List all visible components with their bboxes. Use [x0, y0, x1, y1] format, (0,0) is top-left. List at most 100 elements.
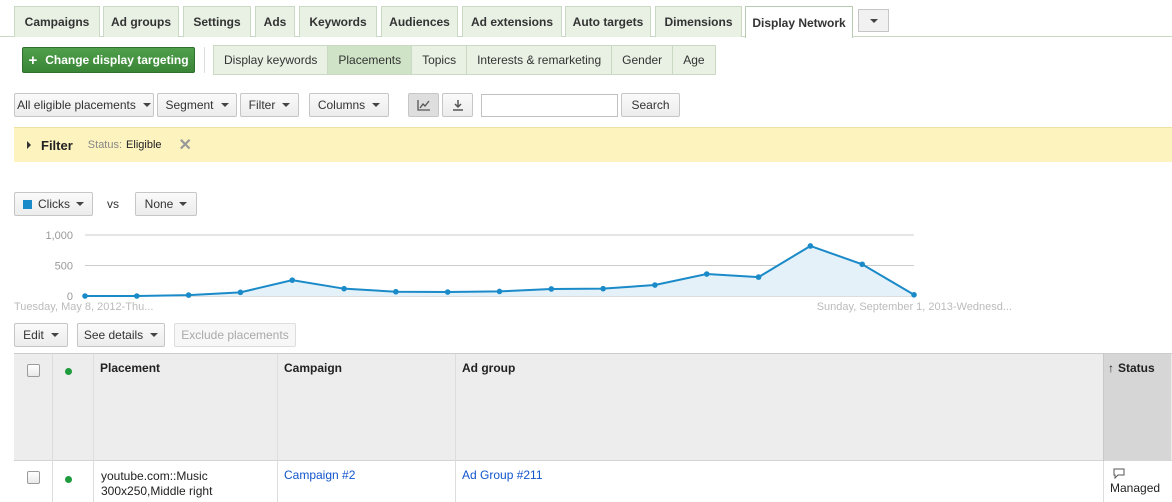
data-point[interactable] [652, 282, 658, 288]
tab-campaigns[interactable]: Campaigns [14, 6, 100, 37]
expand-arrow-icon[interactable] [27, 141, 31, 149]
y-tick-label: 500 [55, 261, 73, 273]
tab-ad-groups[interactable]: Ad groups [103, 6, 179, 37]
plus-icon: + [28, 51, 38, 69]
chevron-down-icon [142, 103, 151, 107]
data-point[interactable] [496, 288, 503, 295]
tab-keywords[interactable]: Keywords [299, 6, 377, 37]
placement-name: youtube.com::Music [101, 469, 208, 483]
exclude-placements-label: Exclude placements [181, 328, 289, 342]
subtab-placements[interactable]: Placements [328, 46, 413, 74]
divider [204, 47, 205, 73]
columns-dropdown[interactable]: Columns [309, 93, 389, 117]
metric2-dropdown[interactable]: None [135, 192, 197, 216]
select-all-checkbox[interactable] [27, 364, 40, 377]
tab-display-network[interactable]: Display Network [745, 6, 853, 38]
data-point[interactable] [134, 293, 140, 299]
x-start-label: Tuesday, May 8, 2012-Thu... [14, 301, 153, 313]
subtab-display-keywords[interactable]: Display keywords [214, 46, 329, 74]
more-tabs-button[interactable] [858, 9, 889, 32]
edit-dropdown[interactable]: Edit [14, 323, 68, 347]
column-divider [52, 354, 53, 502]
download-icon [452, 100, 463, 111]
line-chart-icon [416, 100, 430, 111]
placements-table: ↑ Status Placement Campaign Ad group you… [14, 353, 1172, 502]
search-input[interactable] [481, 94, 618, 117]
segment-dropdown[interactable]: Segment [157, 93, 237, 117]
placements-scope-label: All eligible placements [17, 98, 136, 112]
campaign-link[interactable]: Campaign #2 [284, 468, 355, 482]
data-point[interactable] [911, 291, 917, 298]
data-point[interactable] [341, 285, 347, 292]
data-point[interactable] [289, 277, 296, 283]
search-button[interactable]: Search [621, 93, 680, 117]
placement-column-header[interactable]: Placement [100, 361, 160, 375]
filter-title[interactable]: Filter [41, 138, 73, 153]
data-point[interactable] [393, 288, 399, 295]
data-point[interactable] [703, 271, 710, 277]
data-point[interactable] [755, 274, 762, 280]
chevron-down-icon [179, 202, 188, 206]
column-divider [93, 354, 94, 502]
ad-group-link[interactable]: Ad Group #211 [462, 468, 543, 482]
change-display-targeting-button[interactable]: + Change display targeting [22, 47, 195, 73]
search-button-label: Search [631, 98, 670, 112]
placement-format: 300x250,Middle right [101, 484, 213, 498]
enabled-status-dot [65, 476, 72, 483]
ad-group-column-header[interactable]: Ad group [462, 361, 515, 375]
tab-ad-extensions[interactable]: Ad extensions [462, 6, 562, 37]
chevron-down-icon [220, 103, 229, 107]
chevron-down-icon [869, 18, 878, 23]
row-checkbox[interactable] [27, 471, 40, 484]
toggle-graph-button[interactable] [408, 93, 439, 117]
column-divider [277, 354, 278, 502]
change-display-targeting-label: Change display targeting [45, 53, 189, 67]
data-point[interactable] [82, 293, 88, 299]
tab-audiences[interactable]: Audiences [381, 6, 458, 37]
status-header-label: Status [1118, 361, 1155, 375]
chevron-down-icon [150, 333, 159, 337]
data-point[interactable] [807, 243, 814, 249]
sort-up-arrow-icon: ↑ [1108, 361, 1114, 375]
subtab-gender[interactable]: Gender [612, 46, 674, 74]
subtab-interests-remarketing[interactable]: Interests & remarketing [467, 46, 613, 74]
segment-label: Segment [165, 98, 214, 112]
metric1-dropdown[interactable]: Clicks [14, 192, 93, 216]
download-button[interactable] [442, 93, 473, 117]
data-point[interactable] [237, 289, 244, 296]
filter-label: Filter [248, 98, 276, 112]
data-point[interactable] [600, 285, 606, 292]
status-column-header[interactable]: ↑ Status [1103, 354, 1171, 461]
chevron-down-icon [282, 103, 291, 107]
edit-label: Edit [23, 328, 44, 342]
status-cell: Managed [1103, 461, 1171, 502]
data-point[interactable] [548, 286, 555, 292]
tab-ads[interactable]: Ads [255, 6, 295, 37]
see-details-dropdown[interactable]: See details [77, 323, 165, 347]
column-divider [455, 354, 456, 502]
columns-label: Columns [317, 98, 366, 112]
subtab-age[interactable]: Age [673, 46, 714, 74]
comment-icon[interactable] [1113, 468, 1125, 479]
x-end-label: Sunday, September 1, 2013-Wednesd... [817, 301, 1012, 313]
tab-auto-targets[interactable]: Auto targets [565, 6, 651, 37]
series-area [85, 245, 914, 296]
tab-settings[interactable]: Settings [183, 6, 251, 37]
exclude-placements-button[interactable]: Exclude placements [174, 323, 296, 347]
data-point[interactable] [444, 289, 451, 295]
tab-dimensions[interactable]: Dimensions [655, 6, 742, 37]
table-header [14, 354, 1172, 461]
vs-label: vs [107, 197, 119, 211]
filter-status-label: Status: [87, 139, 123, 151]
data-point[interactable] [185, 292, 192, 298]
chevron-down-icon [372, 103, 381, 107]
metric1-label: Clicks [38, 197, 70, 211]
subtab-topics[interactable]: Topics [412, 46, 468, 74]
placements-scope-dropdown[interactable]: All eligible placements [14, 93, 154, 117]
series-swatch [23, 199, 32, 209]
data-point[interactable] [859, 261, 865, 268]
display-subtabs: Display keywords Placements Topics Inter… [213, 45, 716, 75]
close-icon[interactable]: ✕ [179, 135, 192, 155]
campaign-column-header[interactable]: Campaign [284, 361, 342, 375]
filter-dropdown[interactable]: Filter [240, 93, 299, 117]
